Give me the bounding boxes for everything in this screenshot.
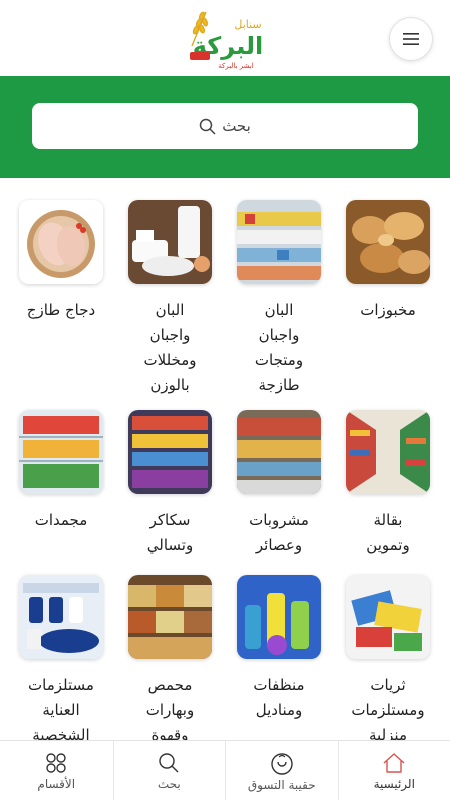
search-placeholder: بحث: [222, 117, 251, 135]
category-label: مخبوزات: [360, 301, 416, 319]
chicken-image: [19, 200, 103, 284]
category-label: البان واجبان ومتجات طازجة: [254, 301, 304, 394]
nav-search-label: بحث: [157, 776, 181, 791]
beverages-image: [237, 410, 321, 494]
category-label: دجاج طازج: [26, 301, 96, 319]
category-label: سكاكر وتسالي: [146, 511, 194, 554]
logo-tagline: ابشر بالبركة: [218, 62, 254, 70]
category-dairy-weighed[interactable]: البان واجبان ومخللات بالوزن: [120, 200, 220, 398]
nav-categories[interactable]: الأقسام: [0, 741, 113, 800]
home-icon: [383, 752, 405, 773]
category-fresh-chicken[interactable]: دجاج طازج: [11, 200, 111, 323]
candy-image: [128, 410, 212, 494]
app-header: سنابل البركة ابشر بالبركة: [0, 0, 450, 76]
household-image: [346, 575, 430, 659]
category-beverages[interactable]: مشروبات وعصائر: [229, 410, 329, 558]
personal-care-image: [19, 575, 103, 659]
nav-categories-label: الأقسام: [37, 776, 76, 791]
category-bakery[interactable]: مخبوزات: [338, 200, 438, 323]
category-label: مستلزمات العناية الشخصية: [28, 676, 94, 740]
nav-shopping-bag-label: حقيبة التسوق: [247, 777, 316, 792]
spices-image: [128, 575, 212, 659]
nav-home-label: الرئيسية: [373, 776, 415, 791]
category-label: ثريات ومستلزمات منزلية: [351, 676, 425, 740]
frozen-image: [19, 410, 103, 494]
categories-grid: مخبوزات البان واجبان ومتجات طازجة البان …: [0, 178, 450, 740]
category-candy[interactable]: سكاكر وتسالي: [120, 410, 220, 558]
search-icon: [159, 752, 179, 772]
shopping-bag-icon: [271, 752, 293, 775]
category-grocery[interactable]: بقالة وتموين: [338, 410, 438, 558]
category-spices[interactable]: محمص وبهارات وقهوة: [120, 575, 220, 740]
search-input[interactable]: بحث: [32, 103, 418, 149]
hamburger-icon: [403, 33, 419, 45]
logo-subtext: سنابل: [234, 18, 261, 31]
category-label: محمص وبهارات وقهوة: [145, 676, 195, 740]
category-label: بقالة وتموين: [366, 511, 410, 554]
search-icon: [199, 118, 216, 135]
grocery-aisle-image: [346, 410, 430, 494]
category-label: البان واجبان ومخللات بالوزن: [143, 301, 197, 394]
category-label: مشروبات وعصائر: [249, 511, 309, 554]
category-frozen[interactable]: مجمدات: [11, 410, 111, 533]
nav-search[interactable]: بحث: [112, 741, 226, 800]
category-dairy-fresh[interactable]: البان واجبان ومتجات طازجة: [229, 200, 329, 398]
brand-logo[interactable]: سنابل البركة ابشر بالبركة: [178, 6, 270, 72]
category-label: مجمدات: [34, 511, 88, 529]
menu-button[interactable]: [389, 17, 433, 61]
category-household[interactable]: ثريات ومستلزمات منزلية: [338, 575, 438, 740]
fridge-dairy-image: [237, 200, 321, 284]
categories-icon: [46, 752, 66, 773]
nav-home[interactable]: الرئيسية: [337, 741, 450, 800]
nav-shopping-bag[interactable]: حقيبة التسوق: [225, 741, 338, 800]
search-banner: بحث: [0, 76, 450, 178]
bottom-nav: الرئيسية حقيبة التسوق بحث الأقسام: [0, 740, 450, 800]
category-personal-care[interactable]: مستلزمات العناية الشخصية: [11, 575, 111, 740]
category-cleaning[interactable]: منظفات ومناديل: [229, 575, 329, 723]
dairy-products-image: [128, 200, 212, 284]
cleaning-image: [237, 575, 321, 659]
bread-image: [346, 200, 430, 284]
category-label: منظفات ومناديل: [253, 676, 305, 719]
